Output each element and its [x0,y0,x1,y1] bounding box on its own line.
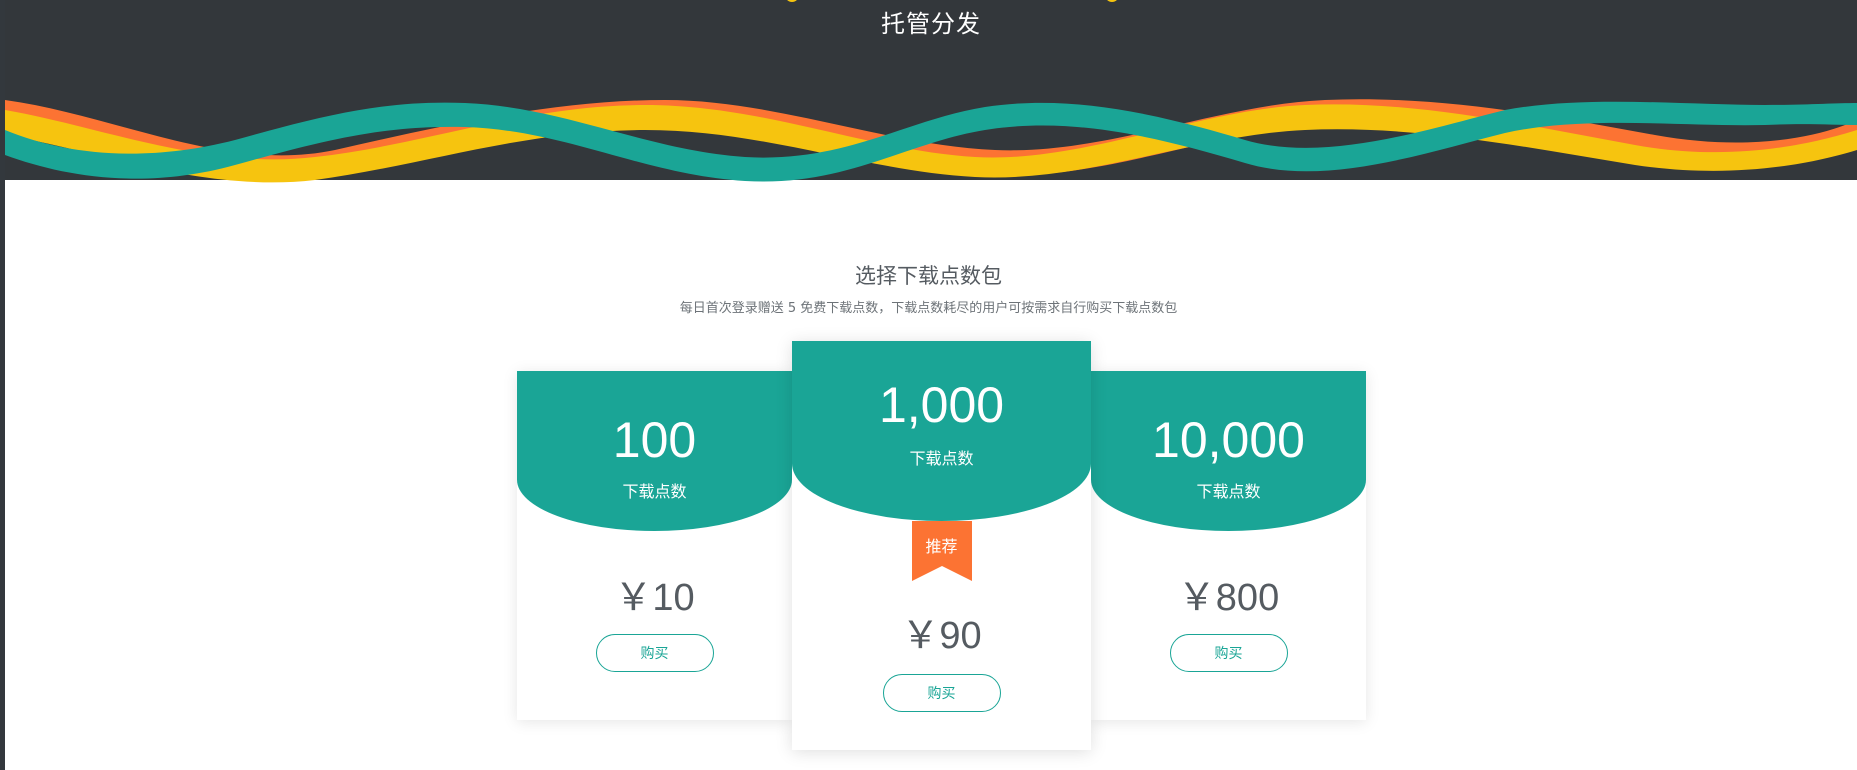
package-points-label: 下载点数 [622,482,687,501]
decorative-wave-ribbons [5,99,1857,183]
package-price: ￥90 [901,615,982,657]
package-points-label: 下载点数 [1196,482,1261,501]
package-points-label: 下载点数 [909,449,974,468]
package-points: 1,000 [878,377,1005,433]
package-price: ￥10 [614,577,695,619]
package-card-10000: 10,000 下载点数 ￥800 购买 [1091,371,1366,720]
package-points: 10,000 [1152,412,1305,468]
package-price: ￥800 [1177,577,1280,619]
buy-button[interactable]: 购买 [882,674,1001,712]
recommended-badge: 推荐 [911,521,972,581]
recommended-badge-label: 推荐 [925,537,958,556]
buy-button[interactable]: 购买 [595,634,714,672]
packages-title: 选择下载点数包 [855,264,1002,288]
package-card-1000: 1,000 下载点数 推荐 ￥90 购买 [792,341,1091,750]
package-points: 100 [612,412,697,468]
packages-subtitle: 每日首次登录赠送 5 免费下载点数，下载点数耗尽的用户可按需求自行购买下载点数包 [679,301,1178,316]
package-card-100: 100 下载点数 ￥10 购买 [517,371,792,720]
header-title: 托管分发 [881,10,981,38]
buy-button[interactable]: 购买 [1169,634,1288,672]
